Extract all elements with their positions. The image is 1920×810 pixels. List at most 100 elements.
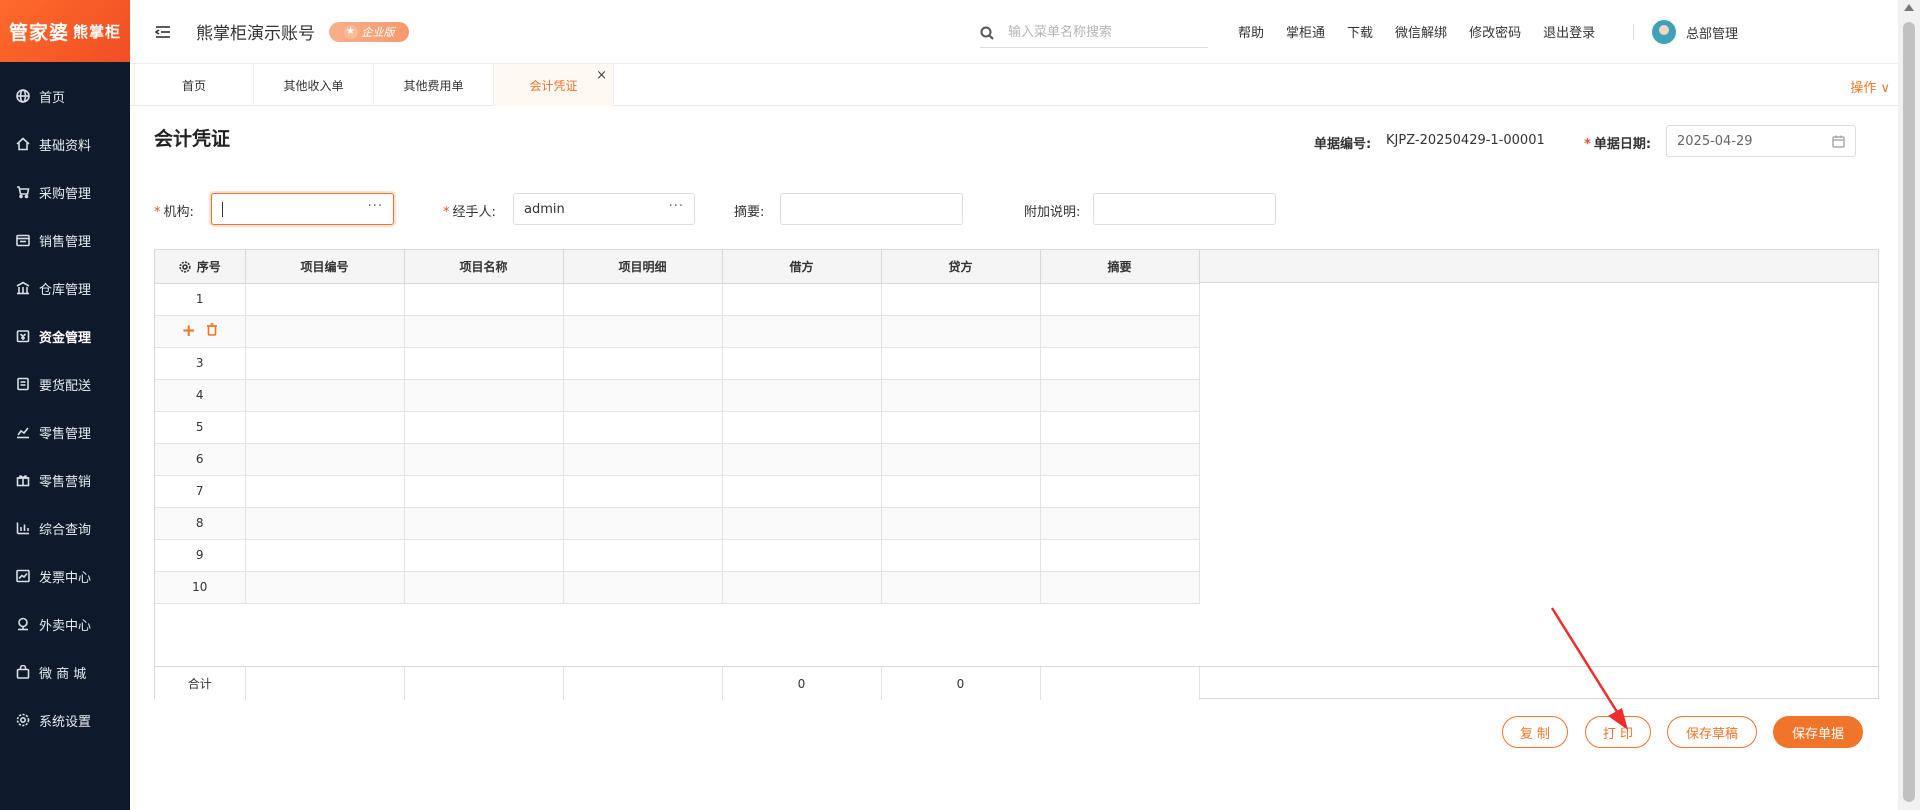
table-cell[interactable] — [563, 411, 723, 444]
sidebar-item[interactable]: 销售管理 — [0, 216, 130, 264]
table-cell[interactable] — [563, 379, 723, 412]
table-cell[interactable] — [722, 283, 882, 316]
table-cell[interactable] — [404, 507, 564, 540]
sidebar-item[interactable]: 要货配送 — [0, 360, 130, 408]
zhanggui-link[interactable]: 掌柜通 — [1286, 22, 1325, 41]
table-cell[interactable] — [881, 379, 1041, 412]
table-cell[interactable] — [1040, 347, 1200, 380]
table-cell[interactable] — [1040, 507, 1200, 540]
help-link[interactable]: 帮助 — [1238, 22, 1264, 41]
table-cell[interactable] — [881, 283, 1041, 316]
table-cell[interactable] — [722, 315, 882, 348]
tab-home[interactable]: 首页 — [134, 64, 254, 106]
table-cell[interactable] — [881, 539, 1041, 572]
calendar-icon[interactable] — [1832, 135, 1845, 148]
table-cell[interactable] — [563, 571, 723, 604]
sidebar-item[interactable]: 微 商 城 — [0, 648, 130, 696]
table-cell[interactable] — [245, 443, 405, 476]
summary-input[interactable] — [780, 193, 963, 225]
table-cell[interactable] — [245, 539, 405, 572]
tab-accounting-voucher[interactable]: 会计凭证 × — [494, 64, 614, 106]
table-cell[interactable] — [881, 443, 1041, 476]
table-cell[interactable] — [1040, 475, 1200, 508]
table-cell[interactable] — [563, 315, 723, 348]
copy-button[interactable]: 复 制 — [1502, 716, 1568, 748]
table-cell[interactable] — [722, 443, 882, 476]
table-cell[interactable] — [404, 475, 564, 508]
table-row[interactable]: 9 — [155, 539, 1200, 572]
logo[interactable]: 管家婆 熊掌柜 — [0, 0, 130, 62]
tab-other-income[interactable]: 其他收入单 — [254, 64, 374, 106]
sidebar-item[interactable]: 资金管理 — [0, 312, 130, 360]
table-row[interactable]: 4 — [155, 379, 1200, 412]
table-cell[interactable] — [881, 315, 1041, 348]
sidebar-item[interactable]: 基础资料 — [0, 120, 130, 168]
sidebar-item[interactable]: 零售管理 — [0, 408, 130, 456]
gear-icon[interactable] — [179, 261, 191, 273]
table-cell[interactable] — [881, 411, 1041, 444]
print-button[interactable]: 打 印 — [1585, 716, 1651, 748]
table-cell[interactable] — [1040, 283, 1200, 316]
sidebar-item[interactable]: 采购管理 — [0, 168, 130, 216]
add-row-icon[interactable]: + — [182, 322, 196, 340]
page-scrollbar[interactable] — [1898, 0, 1920, 810]
sidebar-item[interactable]: 仓库管理 — [0, 264, 130, 312]
scroll-thumb[interactable] — [1903, 22, 1915, 802]
table-cell[interactable] — [563, 507, 723, 540]
avatar[interactable] — [1652, 20, 1676, 44]
table-cell[interactable] — [404, 443, 564, 476]
table-row[interactable]: 10 — [155, 571, 1200, 604]
search-icon[interactable] — [980, 26, 994, 40]
table-cell[interactable] — [563, 443, 723, 476]
sidebar-item[interactable]: 综合查询 — [0, 504, 130, 552]
change-password-link[interactable]: 修改密码 — [1469, 22, 1521, 41]
table-cell[interactable] — [881, 507, 1041, 540]
table-cell[interactable] — [245, 475, 405, 508]
org-picker-icon[interactable]: ··· — [368, 199, 383, 214]
user-menu[interactable]: 总部管理 — [1652, 20, 1738, 44]
table-row[interactable]: + — [155, 315, 1200, 348]
table-cell[interactable] — [1040, 411, 1200, 444]
save-button[interactable]: 保存单据 — [1773, 716, 1863, 748]
table-cell[interactable] — [404, 283, 564, 316]
sidebar-item[interactable]: 外卖中心 — [0, 600, 130, 648]
user-name[interactable]: 总部管理 — [1686, 23, 1738, 42]
table-cell[interactable] — [722, 475, 882, 508]
table-cell[interactable] — [722, 507, 882, 540]
table-cell[interactable] — [1040, 571, 1200, 604]
table-cell[interactable] — [404, 539, 564, 572]
actions-dropdown[interactable]: 操作 ∨ — [1850, 77, 1890, 96]
table-cell[interactable] — [245, 411, 405, 444]
delete-row-icon[interactable] — [206, 323, 218, 339]
download-link[interactable]: 下载 — [1347, 22, 1373, 41]
table-cell[interactable] — [404, 411, 564, 444]
table-cell[interactable] — [245, 315, 405, 348]
table-cell[interactable] — [1040, 379, 1200, 412]
table-row[interactable]: 8 — [155, 507, 1200, 540]
table-cell[interactable] — [563, 283, 723, 316]
sidebar-item[interactable]: 首页 — [0, 72, 130, 120]
handler-input[interactable]: admin ··· — [513, 193, 695, 225]
col-seq[interactable]: 序号 — [155, 250, 246, 284]
table-cell[interactable] — [722, 539, 882, 572]
table-cell[interactable] — [563, 539, 723, 572]
table-cell[interactable] — [722, 411, 882, 444]
table-cell[interactable] — [1040, 315, 1200, 348]
table-cell[interactable] — [245, 507, 405, 540]
sidebar-item[interactable]: 系统设置 — [0, 696, 130, 744]
table-cell[interactable] — [722, 571, 882, 604]
table-row[interactable]: 5 — [155, 411, 1200, 444]
sidebar-item[interactable]: 零售营销 — [0, 456, 130, 504]
table-cell[interactable] — [245, 283, 405, 316]
handler-picker-icon[interactable]: ··· — [669, 199, 684, 214]
table-cell[interactable] — [404, 571, 564, 604]
doc-date-input[interactable]: 2025-04-29 — [1666, 125, 1856, 157]
close-icon[interactable]: × — [596, 68, 607, 83]
table-row[interactable]: 7 — [155, 475, 1200, 508]
table-row[interactable]: 6 — [155, 443, 1200, 476]
table-row[interactable]: 3 — [155, 347, 1200, 380]
tab-other-expense[interactable]: 其他费用单 — [374, 64, 494, 106]
table-cell[interactable] — [563, 347, 723, 380]
table-cell[interactable] — [1040, 443, 1200, 476]
scroll-up-icon[interactable] — [1904, 4, 1914, 11]
